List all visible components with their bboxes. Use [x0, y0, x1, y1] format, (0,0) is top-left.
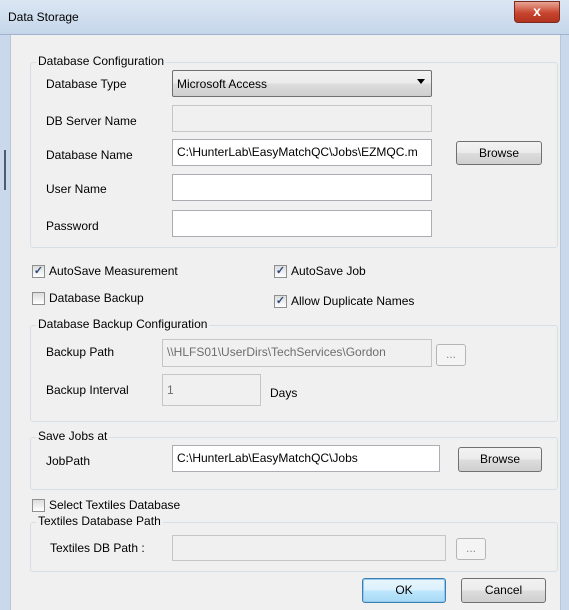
ok-button[interactable]: OK [362, 578, 446, 603]
db-server-name-label: DB Server Name [46, 114, 137, 128]
select-textiles-database-checkbox[interactable] [32, 499, 45, 512]
checkmark-icon: ✓ [275, 265, 286, 277]
database-configuration-legend: Database Configuration [36, 54, 167, 68]
close-button[interactable]: x [514, 1, 560, 23]
window-frame-left [0, 35, 10, 610]
checkmark-icon: ✓ [33, 265, 44, 277]
title-bar: Data Storage x [0, 0, 569, 35]
textiles-db-path-field[interactable] [172, 535, 446, 561]
window-frame-mark [4, 150, 6, 190]
textiles-db-path-label: Textiles DB Path : [50, 541, 145, 555]
allow-duplicate-names-label: Allow Duplicate Names [291, 294, 415, 308]
backup-path-label: Backup Path [46, 345, 115, 359]
autosave-measurement-label: AutoSave Measurement [49, 264, 178, 278]
autosave-job-checkbox[interactable]: ✓ [274, 265, 287, 278]
backup-interval-field[interactable]: 1 [162, 374, 261, 406]
user-name-field[interactable] [172, 174, 432, 201]
database-browse-button[interactable]: Browse [456, 141, 542, 165]
database-type-dropdown[interactable]: Microsoft Access [172, 70, 432, 97]
cancel-button[interactable]: Cancel [461, 578, 546, 603]
chevron-down-icon [417, 79, 425, 84]
backup-interval-label: Backup Interval [46, 383, 129, 397]
job-path-browse-button[interactable]: Browse [458, 447, 542, 472]
database-name-label: Database Name [46, 148, 133, 162]
close-icon: x [533, 3, 541, 19]
db-server-name-field[interactable] [172, 105, 432, 132]
allow-duplicate-names-checkbox[interactable]: ✓ [274, 295, 287, 308]
autosave-job-label: AutoSave Job [291, 264, 366, 278]
database-type-label: Database Type [46, 77, 127, 91]
textiles-db-path-browse-button[interactable]: ... [456, 538, 486, 560]
database-type-value: Microsoft Access [177, 77, 268, 91]
select-textiles-database-label: Select Textiles Database [49, 498, 181, 512]
database-backup-label: Database Backup [49, 291, 144, 305]
window-title: Data Storage [8, 10, 79, 24]
password-field[interactable] [172, 210, 432, 237]
textiles-database-path-legend: Textiles Database Path [36, 514, 163, 528]
user-name-label: User Name [46, 182, 107, 196]
backup-path-browse-button[interactable]: ... [436, 344, 466, 366]
job-path-label: JobPath [46, 454, 91, 468]
job-path-field[interactable]: C:\HunterLab\EasyMatchQC\Jobs [172, 445, 440, 472]
checkmark-icon: ✓ [275, 295, 286, 307]
save-jobs-legend: Save Jobs at [36, 429, 110, 443]
backup-path-field[interactable]: \\HLFS01\UserDirs\TechServices\Gordon [162, 339, 432, 367]
autosave-measurement-checkbox[interactable]: ✓ [32, 265, 45, 278]
database-name-field[interactable]: C:\HunterLab\EasyMatchQC\Jobs\EZMQC.m [172, 139, 432, 166]
database-backup-checkbox[interactable] [32, 292, 45, 305]
password-label: Password [46, 219, 99, 233]
days-label: Days [270, 386, 298, 400]
backup-configuration-legend: Database Backup Configuration [36, 317, 210, 331]
